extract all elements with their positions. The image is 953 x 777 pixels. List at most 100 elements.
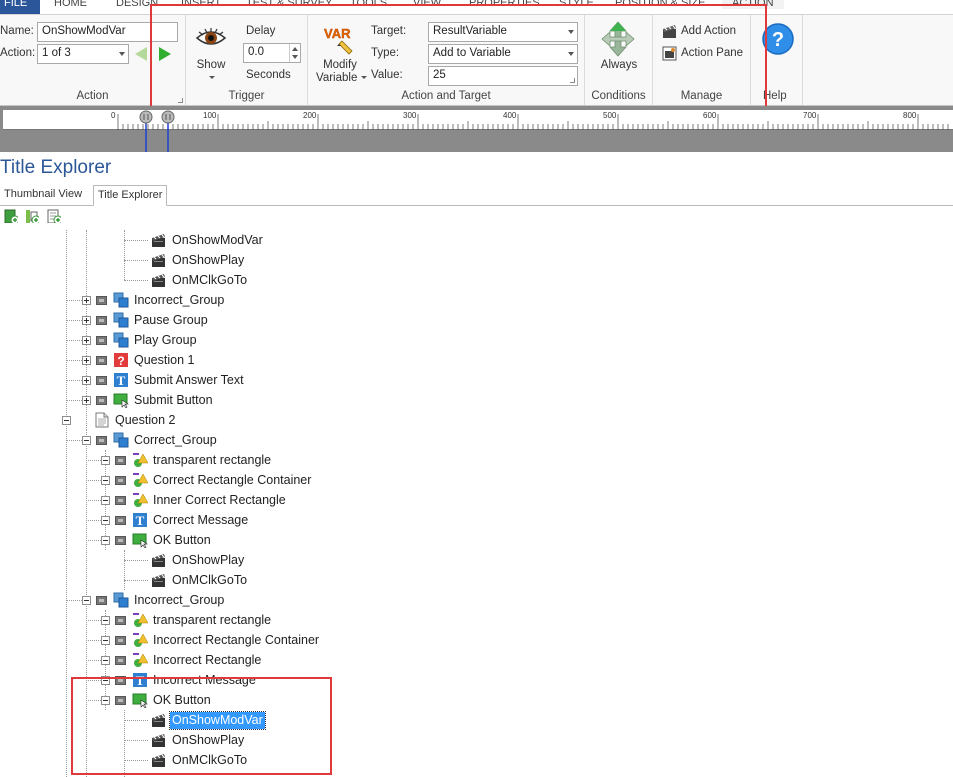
tree-item[interactable]: OnMClkGoTo	[0, 750, 953, 770]
expand-icon[interactable]	[82, 336, 91, 345]
visibility-toggle-icon[interactable]	[115, 656, 126, 665]
collapse-icon[interactable]	[62, 416, 71, 425]
tree-item[interactable]: Correct Rectangle Container	[0, 470, 953, 490]
dialog-launcher-icon[interactable]	[178, 98, 183, 103]
tree-item[interactable]: Inner Correct Rectangle	[0, 490, 953, 510]
action-name-input[interactable]: OnShowModVar	[37, 22, 178, 42]
previous-action-icon[interactable]	[132, 45, 150, 63]
tree-item[interactable]: T Submit Answer Text	[0, 370, 953, 390]
modify-variable-label[interactable]: Modify	[318, 59, 362, 71]
add-action-button[interactable]: Add Action	[681, 25, 736, 37]
always-button[interactable]: Always	[593, 59, 645, 71]
collapse-icon[interactable]	[101, 456, 110, 465]
tab-view[interactable]: VIEW	[413, 0, 441, 9]
tab-file[interactable]: FILE	[0, 0, 40, 14]
visibility-toggle-icon[interactable]	[96, 376, 107, 385]
collapse-icon[interactable]	[101, 496, 110, 505]
next-action-icon[interactable]	[156, 45, 174, 63]
tree-item[interactable]: OnShowPlay	[0, 730, 953, 750]
show-trigger-button[interactable]: Show	[196, 59, 226, 71]
add-chapter-icon[interactable]	[25, 209, 39, 223]
add-section-icon[interactable]	[47, 209, 61, 223]
tab-design[interactable]: DESIGN	[116, 0, 158, 9]
tab-tools[interactable]: TOOLS	[350, 0, 387, 9]
visibility-toggle-icon[interactable]	[96, 316, 107, 325]
expand-icon[interactable]	[82, 396, 91, 405]
visibility-toggle-icon[interactable]	[115, 636, 126, 645]
visibility-toggle-icon[interactable]	[96, 396, 107, 405]
value-input[interactable]: 25	[428, 66, 578, 86]
tree-item[interactable]: OnShowModVar	[0, 230, 953, 250]
tree-item[interactable]: transparent rectangle	[0, 610, 953, 630]
visibility-toggle-icon[interactable]	[115, 676, 126, 685]
expand-icon[interactable]	[82, 376, 91, 385]
visibility-toggle-icon[interactable]	[96, 336, 107, 345]
tab-insert[interactable]: INSERT	[181, 0, 221, 9]
collapse-icon[interactable]	[101, 476, 110, 485]
visibility-toggle-icon[interactable]	[96, 356, 107, 365]
collapse-icon[interactable]	[101, 676, 110, 685]
delay-input[interactable]: 0.0	[243, 43, 301, 63]
collapse-icon[interactable]	[101, 696, 110, 705]
start-handle-icon[interactable]	[139, 110, 153, 124]
tree-item[interactable]: OK Button	[0, 690, 953, 710]
tree-item[interactable]: T Incorrect Message	[0, 670, 953, 690]
collapse-icon[interactable]	[101, 536, 110, 545]
visibility-toggle-icon[interactable]	[115, 516, 126, 525]
tab-title-explorer[interactable]: Title Explorer	[93, 185, 168, 206]
collapse-icon[interactable]	[82, 436, 91, 445]
action-pane-icon[interactable]	[662, 46, 677, 61]
tree-item[interactable]: OnShowModVar	[0, 710, 953, 730]
collapse-icon[interactable]	[101, 636, 110, 645]
end-handle-icon[interactable]	[161, 110, 175, 124]
add-action-icon[interactable]	[662, 24, 677, 39]
tab-home[interactable]: HOME	[54, 0, 87, 9]
tab-action[interactable]: ACTION	[722, 0, 784, 9]
visibility-toggle-icon[interactable]	[96, 296, 107, 305]
tab-thumbnail-view[interactable]: Thumbnail View	[0, 185, 86, 206]
add-page-icon[interactable]	[4, 209, 18, 223]
visibility-toggle-icon[interactable]	[115, 456, 126, 465]
visibility-toggle-icon[interactable]	[115, 616, 126, 625]
tree-item[interactable]: OnMClkGoTo	[0, 570, 953, 590]
tree-item[interactable]: OnShowPlay	[0, 550, 953, 570]
help-icon[interactable]: ?	[761, 22, 795, 56]
tab-properties[interactable]: PROPERTIES	[469, 0, 540, 9]
visibility-toggle-icon[interactable]	[96, 436, 107, 445]
tree-item[interactable]: Correct_Group	[0, 430, 953, 450]
collapse-icon[interactable]	[101, 516, 110, 525]
collapse-icon[interactable]	[101, 616, 110, 625]
visibility-toggle-icon[interactable]	[96, 596, 107, 605]
target-select[interactable]: ResultVariable	[428, 22, 578, 42]
expand-icon[interactable]	[82, 356, 91, 365]
expand-icon[interactable]	[82, 296, 91, 305]
tree-item[interactable]: Incorrect_Group	[0, 290, 953, 310]
tree-item[interactable]: Incorrect Rectangle	[0, 650, 953, 670]
tree-item[interactable]: Pause Group	[0, 310, 953, 330]
expand-icon[interactable]	[82, 316, 91, 325]
expand-value-icon[interactable]	[570, 78, 575, 83]
tab-test-survey[interactable]: TEST & SURVEY	[246, 0, 332, 9]
tab-style[interactable]: STYLE	[559, 0, 594, 9]
tree-item[interactable]: OnShowPlay	[0, 250, 953, 270]
type-select[interactable]: Add to Variable	[428, 44, 578, 64]
tree-item[interactable]: ? Question 1	[0, 350, 953, 370]
tab-position-size[interactable]: POSITION & SIZE	[615, 0, 705, 9]
tree-item[interactable]: Incorrect_Group	[0, 590, 953, 610]
visibility-toggle-icon[interactable]	[115, 536, 126, 545]
always-icon[interactable]	[600, 21, 636, 57]
tree-item[interactable]: Play Group	[0, 330, 953, 350]
action-index-select[interactable]: 1 of 3	[37, 44, 129, 64]
chevron-down-icon[interactable]	[209, 76, 215, 79]
eye-icon[interactable]	[195, 26, 227, 50]
tree-item[interactable]: OK Button	[0, 530, 953, 550]
variable-button[interactable]: Variable	[316, 72, 367, 84]
tree-item[interactable]: T Correct Message	[0, 510, 953, 530]
tree-item[interactable]: transparent rectangle	[0, 450, 953, 470]
visibility-toggle-icon[interactable]	[115, 696, 126, 705]
tree-item[interactable]: Incorrect Rectangle Container	[0, 630, 953, 650]
visibility-toggle-icon[interactable]	[115, 476, 126, 485]
collapse-icon[interactable]	[101, 656, 110, 665]
collapse-icon[interactable]	[82, 596, 91, 605]
delay-spinner[interactable]	[289, 44, 300, 62]
